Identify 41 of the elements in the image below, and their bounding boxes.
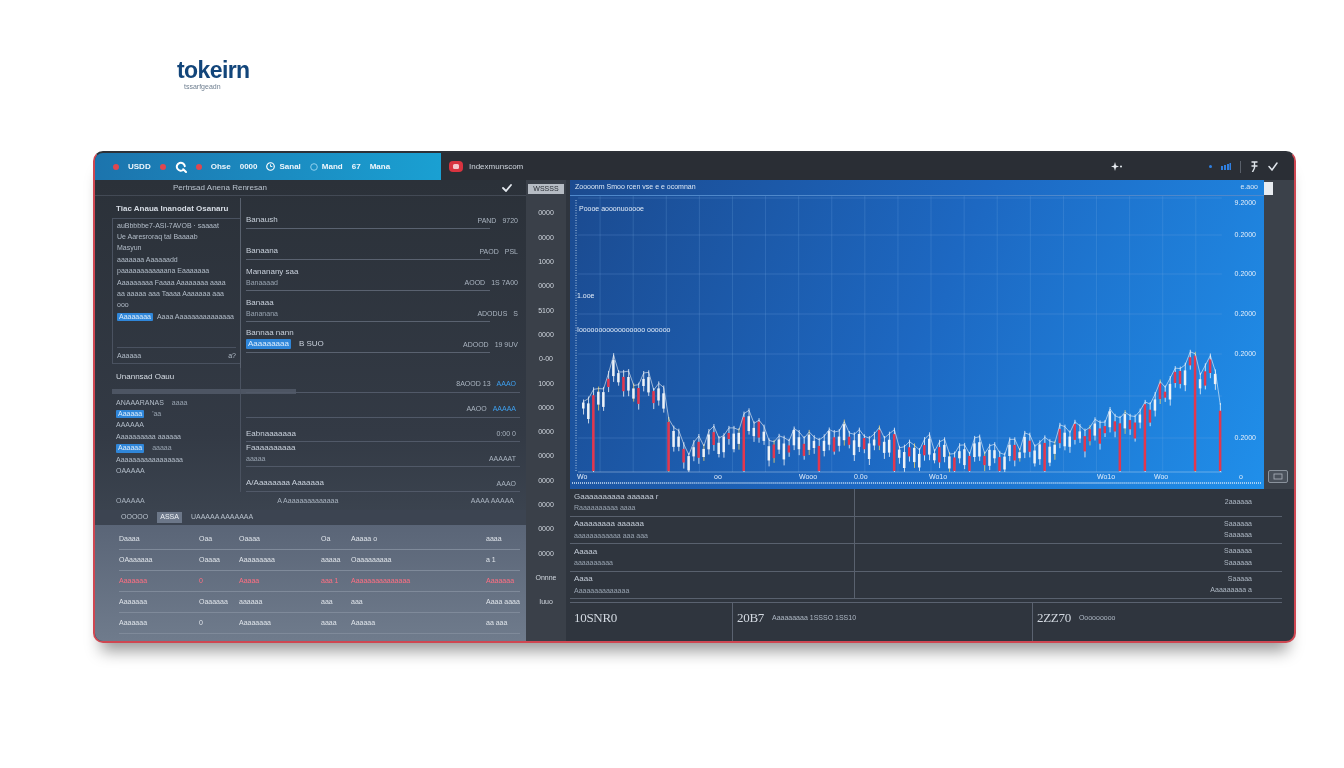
bars-icon[interactable]	[1221, 163, 1231, 170]
clock-icon	[266, 162, 276, 171]
detail-title: Aaaaaaaaa aaaaaa	[574, 519, 645, 529]
list-item-title[interactable]: Banaush	[246, 215, 278, 225]
stat-value: 20B7	[737, 611, 764, 624]
list-item-title[interactable]: Banaana	[246, 246, 279, 256]
list-item-title[interactable]: Mananany saa	[246, 267, 299, 277]
panel-icon[interactable]	[1268, 470, 1288, 483]
window-title: Indexmunscom	[469, 161, 524, 172]
logo-wordmark: tokeirn	[177, 57, 250, 83]
search-icon	[174, 160, 187, 173]
detail-title: Gaaaaaaaaaa aaaaaa r	[574, 491, 660, 502]
stat-value: 2ZZ70	[1037, 611, 1071, 624]
panel-header: Pertnsad Anena Renresan	[173, 182, 267, 193]
check-icon	[502, 183, 512, 192]
dot-icon	[113, 163, 119, 170]
ring-icon	[309, 162, 318, 171]
row-title[interactable]: Eabnaaaaaaa	[246, 428, 296, 439]
detail-title: Aaaaa	[574, 546, 599, 557]
detail-title: Aaaa	[574, 574, 594, 584]
sparkle-icon[interactable]	[1111, 162, 1122, 171]
list-item-title[interactable]: Bannaa nann	[246, 327, 324, 338]
nav-link[interactable]: Ohse	[210, 162, 231, 171]
list-item-note: B SUO	[298, 339, 324, 349]
pin-icon[interactable]	[1250, 161, 1259, 172]
nav-link[interactable]: 0000	[239, 162, 258, 171]
check-icon[interactable]	[1268, 162, 1278, 171]
stat-value: 10SNR0	[574, 611, 617, 624]
section-title: Unannsad Oauu	[116, 372, 176, 382]
summary-title: Tiac Anaua Inanodat Osanaru	[115, 203, 230, 215]
row-title[interactable]: A/Aaaaaaaa Aaaaaaa	[246, 478, 324, 488]
dot-icon	[195, 163, 202, 170]
dot-icon[interactable]	[1209, 165, 1212, 168]
nav-link[interactable]: Sanal	[266, 162, 301, 171]
list-item-title[interactable]: Banaaa	[246, 298, 278, 308]
nav-link[interactable]: USDD	[128, 162, 151, 171]
list-item-tag: Aaaaaaaaa	[246, 339, 291, 349]
row-title[interactable]: Faaaaaaaaaa	[246, 443, 296, 453]
app-icon	[449, 161, 463, 172]
dot-icon	[159, 163, 166, 170]
scroll-thumb[interactable]	[1264, 182, 1273, 195]
